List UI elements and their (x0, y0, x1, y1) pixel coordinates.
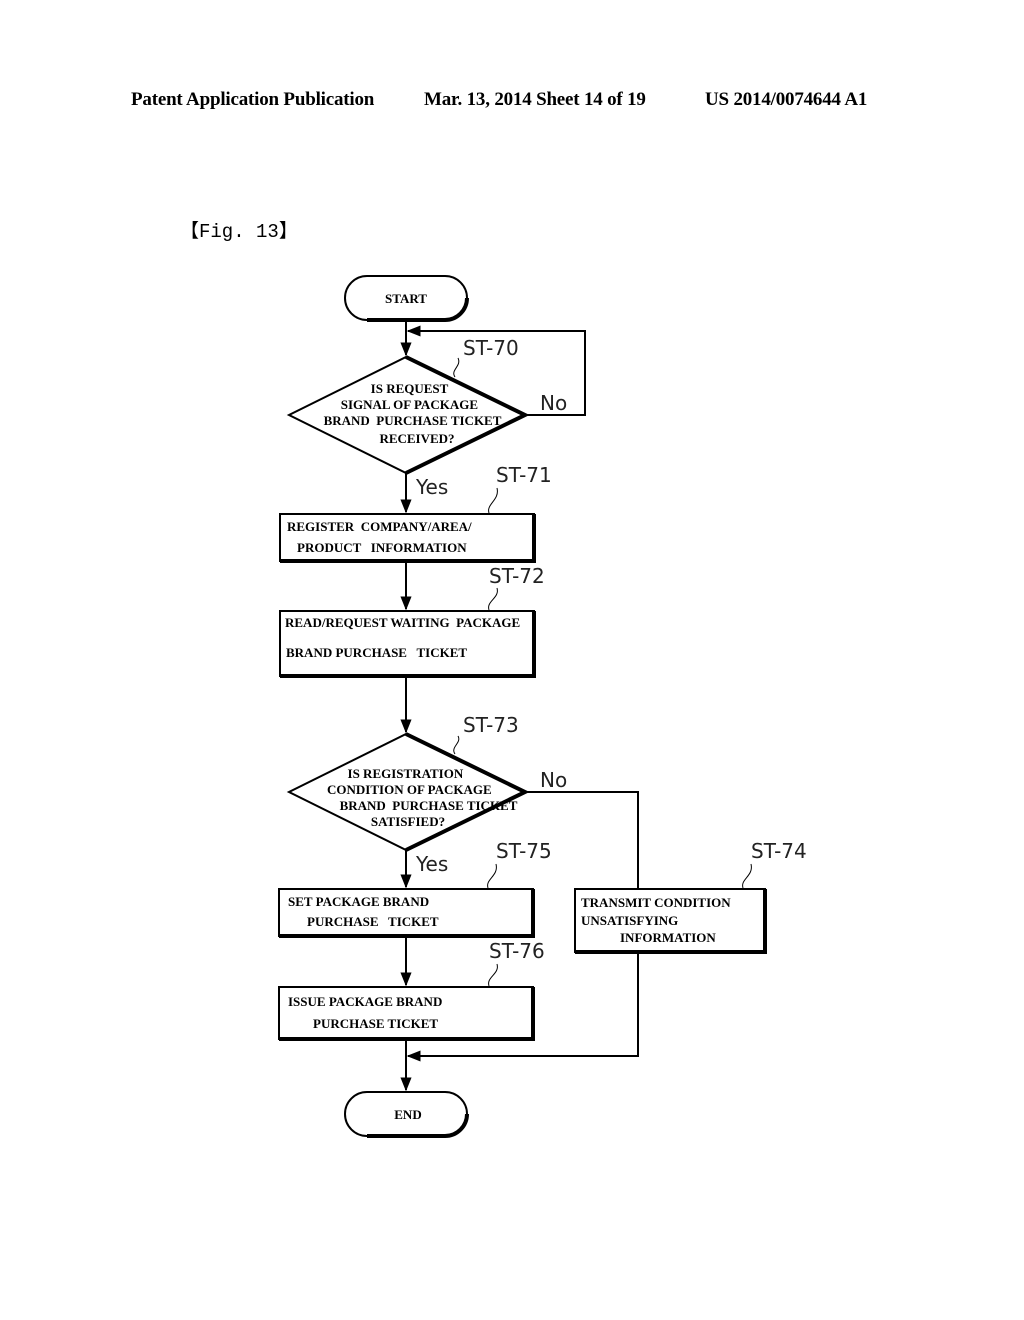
st74-leader (742, 863, 752, 889)
st73-ref: ST-73 (463, 713, 519, 737)
st75-ref: ST-75 (496, 839, 552, 863)
st71-leader (488, 487, 498, 514)
process-st74: TRANSMIT CONDITION UNSATISFYING INFORMAT… (574, 839, 807, 954)
flowchart: START IS REQUEST SIGNAL OF PACKAGE BRAND… (278, 275, 807, 1138)
st71-ref: ST-71 (496, 463, 552, 487)
st72-ref: ST-72 (489, 564, 545, 588)
start-label: START (385, 291, 427, 306)
end-label: END (394, 1107, 421, 1122)
st70-no-label: No (540, 391, 567, 415)
process-st72: READ/REQUEST WAITING PACKAGE BRAND PURCH… (279, 564, 545, 678)
st73-yes-label: Yes (415, 852, 448, 876)
decision-st70: IS REQUEST SIGNAL OF PACKAGE BRAND PURCH… (286, 336, 530, 475)
decision-st73: IS REGISTRATION CONDITION OF PACKAGE BRA… (286, 713, 530, 852)
end-terminal: END (344, 1091, 469, 1138)
st70-yes-label: Yes (415, 475, 448, 499)
st74-ref: ST-74 (751, 839, 807, 863)
st76-leader (488, 963, 498, 987)
st73-no-label: No (540, 768, 567, 792)
st70-leader (453, 357, 460, 378)
st76-ref: ST-76 (489, 939, 545, 963)
st72-leader (488, 587, 498, 611)
st73-leader (453, 735, 460, 755)
st70-ref: ST-70 (463, 336, 519, 360)
start-terminal: START (344, 275, 469, 322)
process-st76: ISSUE PACKAGE BRAND PURCHASE TICKET ST-7… (278, 939, 545, 1041)
st75-leader (487, 863, 497, 889)
